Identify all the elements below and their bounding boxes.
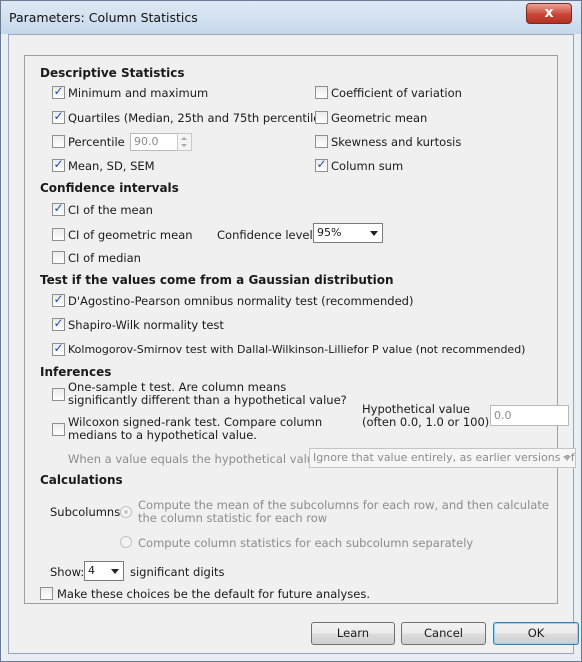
- equals-hypothetical-value: Ignore that value entirely, as earlier v…: [313, 451, 575, 464]
- spinner-down-icon[interactable]: [181, 144, 187, 147]
- min-max-label: Minimum and maximum: [68, 86, 209, 100]
- spinner-up-icon[interactable]: [181, 137, 187, 140]
- ci-median-label: CI of median: [68, 251, 141, 265]
- gaussian-test-header: Test if the values come from a Gaussian …: [40, 273, 394, 287]
- kolmogorov-smirnov-label: Kolmogorov-Smirnov test with Dallal-Wilk…: [68, 343, 526, 356]
- percentile-checkbox[interactable]: [52, 135, 65, 148]
- column-sum-checkbox[interactable]: [315, 157, 328, 172]
- ci-geometric-mean-label: CI of geometric mean: [68, 228, 193, 242]
- hypothetical-value-input[interactable]: 0.0: [490, 405, 569, 426]
- one-sample-t-label: One-sample t test. Are column means sign…: [68, 381, 347, 407]
- subcolumns-mean-radio[interactable]: [120, 506, 132, 518]
- title-bar[interactable]: Parameters: Column Statistics x: [1, 1, 581, 34]
- significant-digits-value: 4: [88, 564, 95, 577]
- close-button[interactable]: x: [526, 3, 572, 24]
- column-sum-label: Column sum: [331, 159, 404, 173]
- subcolumns-mean-label: Compute the mean of the subcolumns for e…: [138, 499, 549, 525]
- wilcoxon-label: Wilcoxon signed-rank test. Compare colum…: [68, 416, 322, 442]
- quartiles-label: Quartiles (Median, 25th and 75th percent…: [68, 111, 325, 125]
- dagostino-checkbox[interactable]: [52, 292, 65, 307]
- ci-median-checkbox[interactable]: [52, 251, 65, 264]
- coef-variation-checkbox[interactable]: [315, 86, 328, 99]
- window-title: Parameters: Column Statistics: [9, 10, 198, 25]
- one-sample-t-line2: significantly different than a hypotheti…: [68, 393, 347, 407]
- percentile-spinner[interactable]: [177, 133, 192, 151]
- chevron-down-icon: [370, 231, 378, 236]
- inferences-header: Inferences: [40, 365, 112, 379]
- descriptive-statistics-header: Descriptive Statistics: [40, 66, 185, 80]
- ci-mean-label: CI of the mean: [68, 203, 153, 217]
- equals-hypothetical-label: When a value equals the hypothetical val…: [68, 452, 326, 466]
- wilcoxon-line2: medians to a hypothetical value.: [68, 428, 257, 442]
- confidence-level-value: 95%: [317, 226, 342, 239]
- geometric-mean-checkbox[interactable]: [315, 111, 328, 124]
- subcolumns-mean-line2: the column statistic for each row: [138, 511, 328, 525]
- learn-button[interactable]: Learn: [311, 622, 395, 645]
- subcolumns-separate-radio[interactable]: [120, 536, 132, 548]
- shapiro-wilk-checkbox[interactable]: [52, 316, 65, 331]
- coef-variation-label: Coefficient of variation: [331, 86, 462, 100]
- hypothetical-value-label: Hypothetical value (often 0.0, 1.0 or 10…: [362, 403, 489, 429]
- chevron-down-icon: [563, 456, 571, 461]
- hypothetical-value-line2: (often 0.0, 1.0 or 100): [362, 415, 490, 429]
- show-label: Show:: [50, 565, 85, 579]
- significant-digits-label: significant digits: [130, 565, 225, 579]
- subcolumns-label: Subcolumns:: [50, 505, 125, 519]
- mean-sd-sem-checkbox[interactable]: [52, 157, 65, 172]
- chevron-down-icon: [111, 569, 119, 574]
- calculations-header: Calculations: [40, 473, 123, 487]
- subcolumns-separate-label: Compute column statistics for each subco…: [138, 536, 474, 550]
- equals-hypothetical-select[interactable]: Ignore that value entirely, as earlier v…: [309, 448, 576, 468]
- confidence-level-select[interactable]: 95%: [313, 223, 383, 243]
- kolmogorov-smirnov-checkbox[interactable]: [52, 341, 65, 356]
- confidence-intervals-header: Confidence intervals: [40, 181, 179, 195]
- significant-digits-select[interactable]: 4: [84, 561, 124, 581]
- percentile-label: Percentile: [68, 135, 125, 149]
- one-sample-t-checkbox[interactable]: [52, 388, 65, 401]
- skewness-kurtosis-label: Skewness and kurtosis: [331, 135, 462, 149]
- ci-geometric-mean-checkbox[interactable]: [52, 228, 65, 241]
- ok-button[interactable]: OK: [493, 622, 579, 645]
- quartiles-checkbox[interactable]: [52, 109, 65, 124]
- ci-mean-checkbox[interactable]: [52, 201, 65, 216]
- min-max-checkbox[interactable]: [52, 84, 65, 99]
- mean-sd-sem-label: Mean, SD, SEM: [68, 159, 155, 173]
- make-default-label: Make these choices be the default for fu…: [57, 587, 371, 601]
- percentile-input[interactable]: 90.0: [130, 133, 178, 151]
- close-icon: x: [544, 5, 554, 21]
- geometric-mean-label: Geometric mean: [331, 111, 428, 125]
- dagostino-label: D'Agostino-Pearson omnibus normality tes…: [68, 294, 414, 308]
- confidence-level-label: Confidence level:: [217, 228, 317, 242]
- cancel-button[interactable]: Cancel: [401, 622, 486, 645]
- wilcoxon-checkbox[interactable]: [52, 423, 65, 436]
- skewness-kurtosis-checkbox[interactable]: [315, 135, 328, 148]
- make-default-checkbox[interactable]: [40, 587, 53, 600]
- shapiro-wilk-label: Shapiro-Wilk normality test: [68, 318, 224, 332]
